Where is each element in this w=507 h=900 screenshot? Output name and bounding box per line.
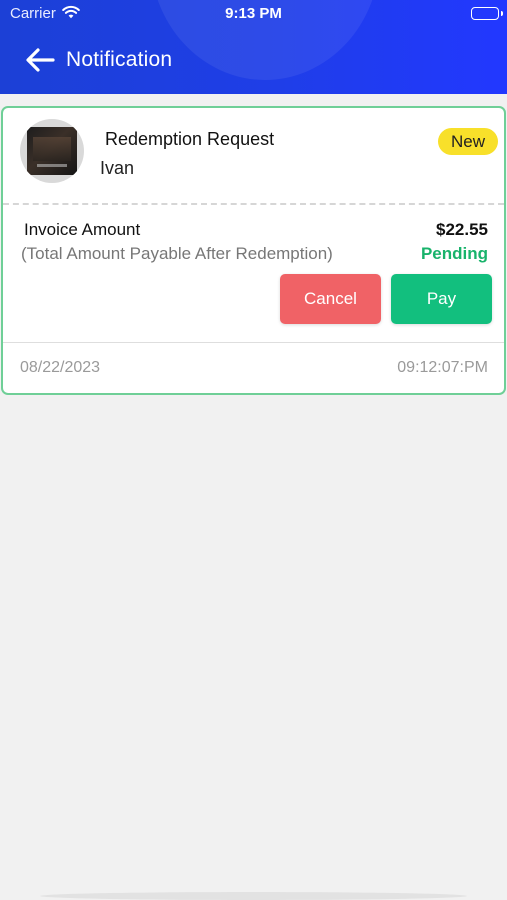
nav-bar: Notification [0, 40, 507, 80]
page-title: Notification [66, 48, 173, 71]
pay-button[interactable]: Pay [391, 274, 492, 324]
notification-date: 08/22/2023 [20, 359, 101, 376]
cancel-button[interactable]: Cancel [280, 274, 381, 324]
status-bar: Carrier 9:13 PM [0, 0, 507, 28]
new-badge: New [438, 128, 498, 155]
notification-title: Redemption Request [105, 129, 275, 149]
app-header: Carrier 9:13 PM Notification [0, 0, 507, 94]
divider [3, 342, 504, 343]
notification-time: 09:12:07:PM [397, 359, 488, 376]
invoice-amount-sublabel: (Total Amount Payable After Redemption) [21, 244, 333, 263]
notification-user: Ivan [100, 158, 135, 178]
avatar-thumbnail [27, 127, 77, 175]
home-indicator-shadow [40, 892, 467, 900]
status-text: Pending [420, 244, 488, 263]
status-time: 9:13 PM [225, 5, 282, 22]
dashed-divider [3, 203, 504, 205]
avatar [20, 119, 84, 183]
notification-card[interactable]: Redemption Request Ivan New Invoice Amou… [1, 106, 506, 395]
battery-icon [471, 7, 503, 20]
back-arrow-icon[interactable] [24, 46, 56, 74]
invoice-amount-label: Invoice Amount [24, 220, 141, 239]
invoice-amount-value: $22.55 [436, 220, 488, 239]
